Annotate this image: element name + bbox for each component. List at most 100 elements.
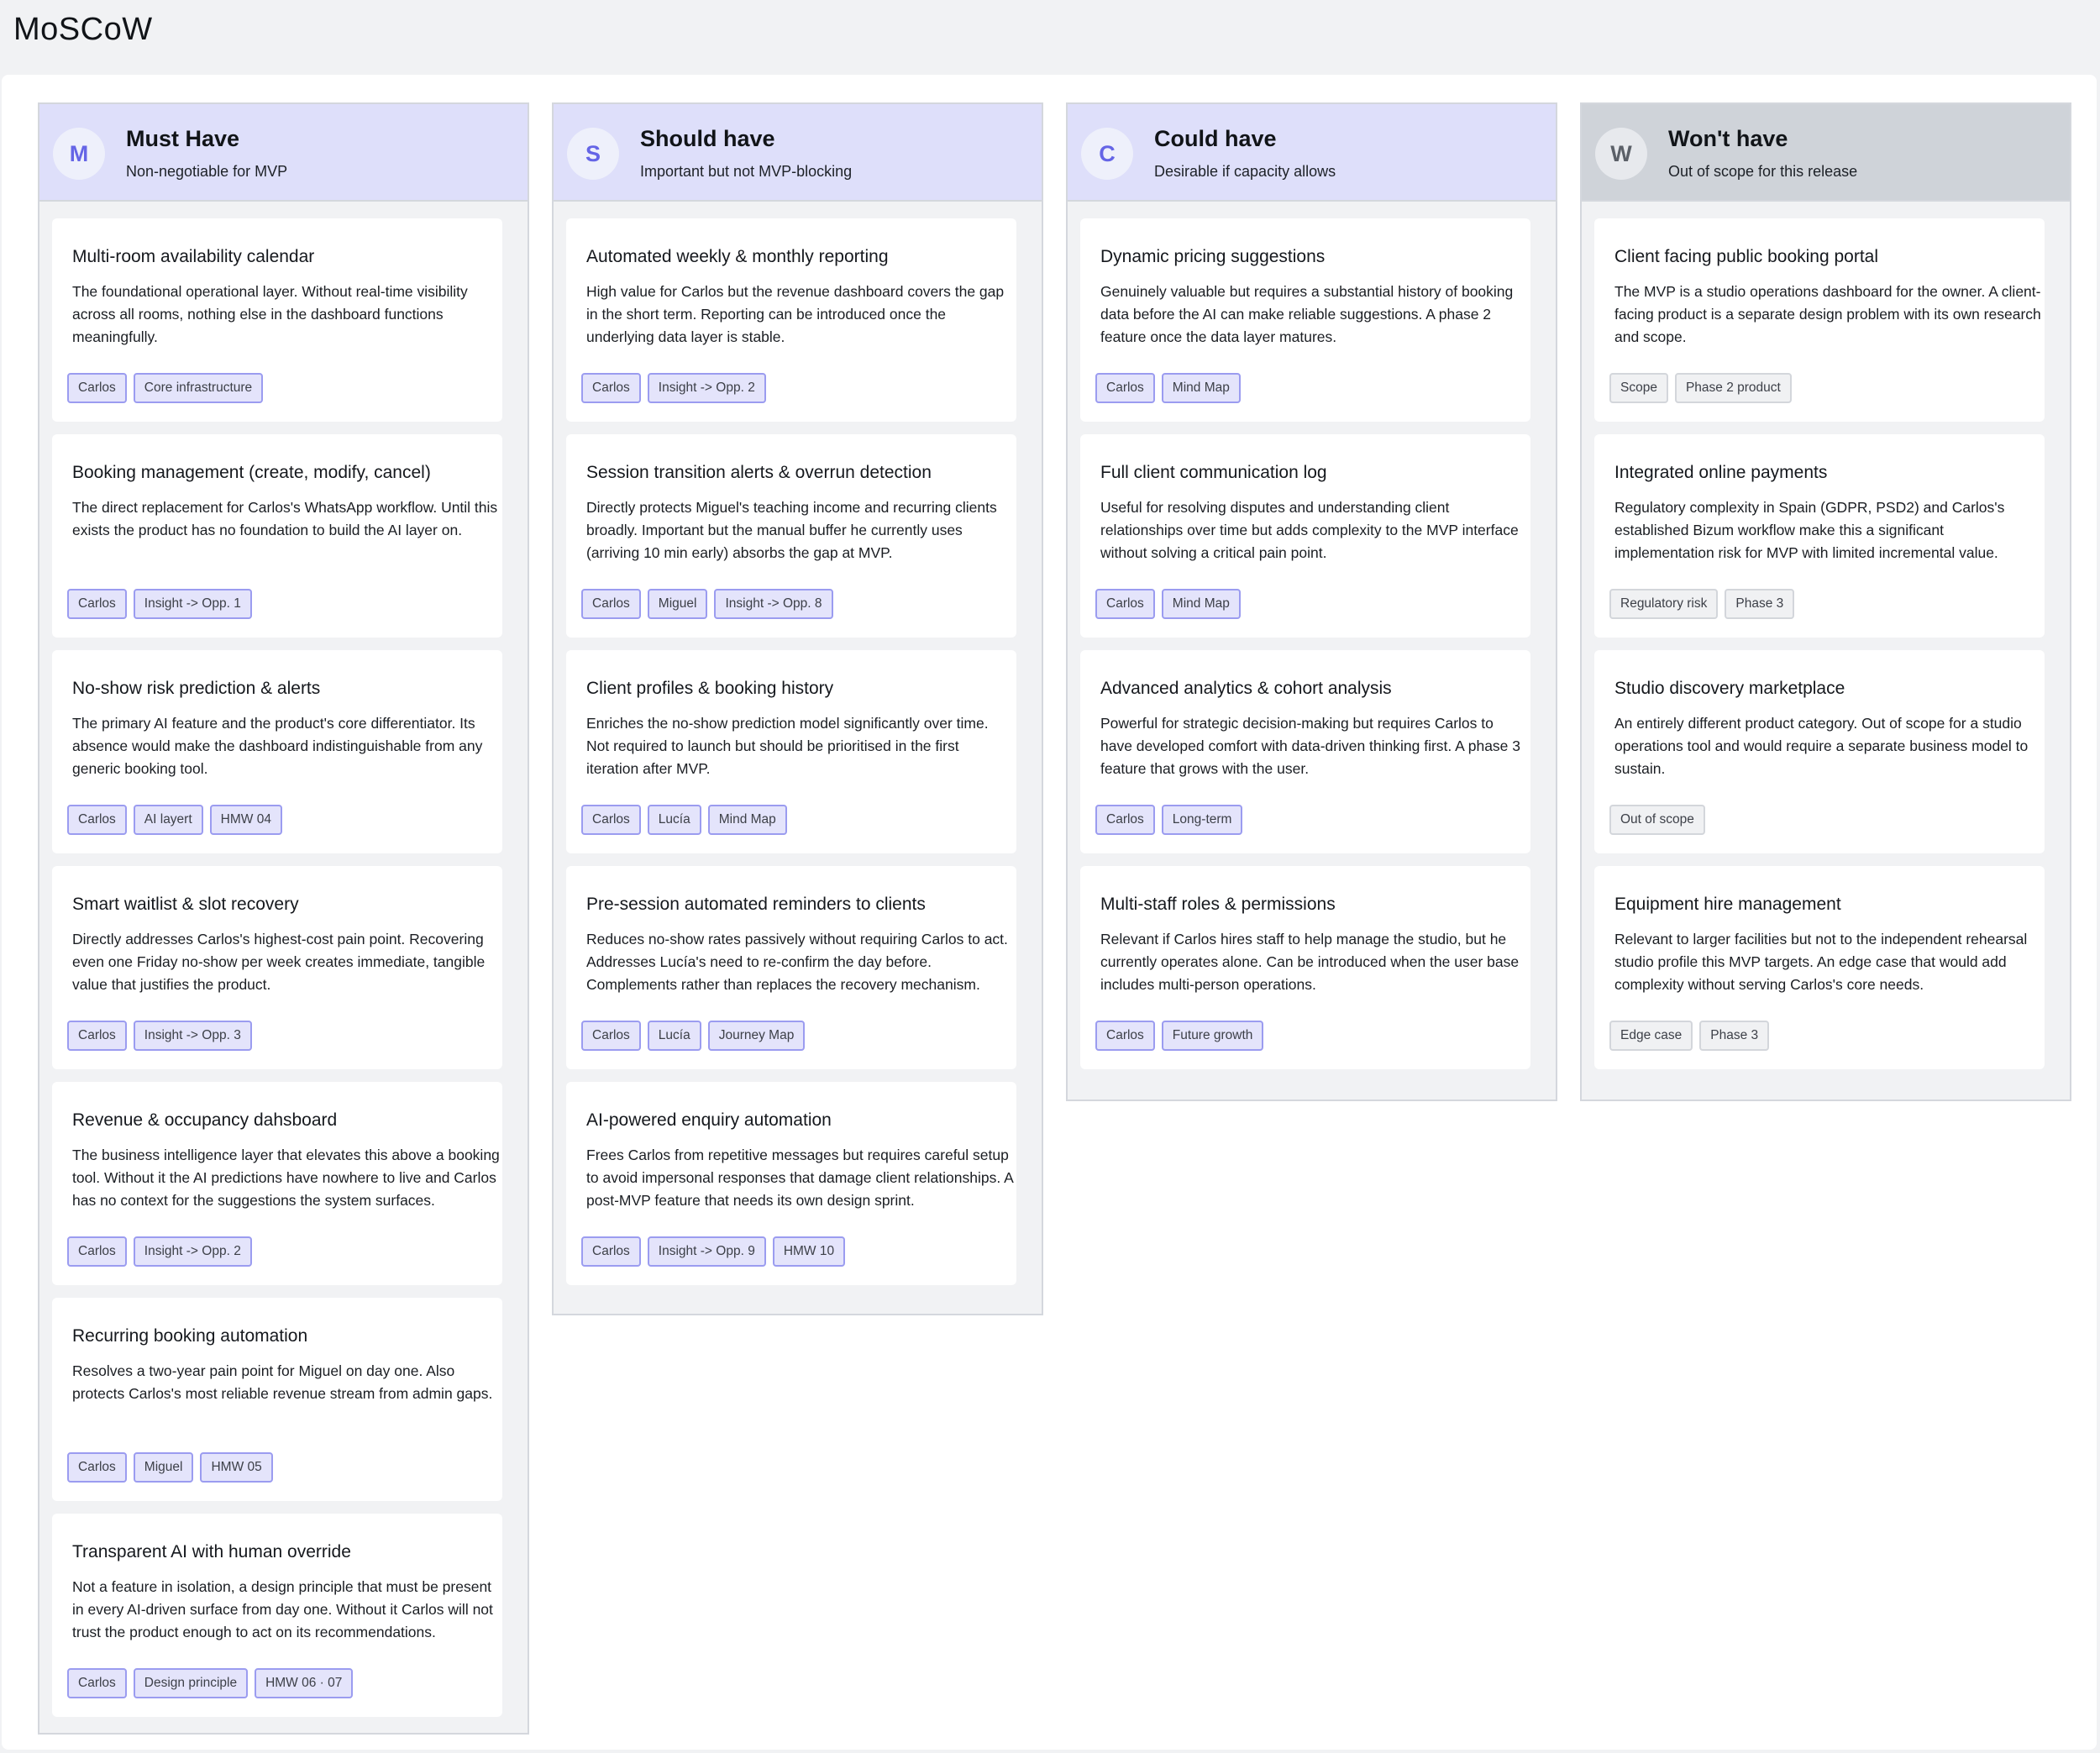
tag[interactable]: Miguel — [647, 589, 708, 619]
tag-list: Carlos Miguel HMW 05 — [67, 1452, 273, 1483]
tag[interactable]: Carlos — [1095, 373, 1155, 403]
feature-card[interactable]: Multi-staff roles & permissions Relevant… — [1080, 866, 1530, 1069]
card-title: Session transition alerts & overrun dete… — [586, 463, 932, 482]
tag[interactable]: Carlos — [67, 1668, 127, 1698]
tag[interactable]: Scope — [1609, 373, 1668, 403]
tag[interactable]: Lucía — [647, 1021, 701, 1051]
feature-card[interactable]: Recurring booking automation Resolves a … — [52, 1298, 502, 1501]
tag-list: Carlos AI layert HMW 04 — [67, 805, 282, 835]
tag[interactable]: Carlos — [67, 373, 127, 403]
tag[interactable]: HMW 05 — [200, 1452, 273, 1483]
feature-card[interactable]: Advanced analytics & cohort analysis Pow… — [1080, 650, 1530, 853]
tag[interactable]: Carlos — [67, 589, 127, 619]
card-list: Automated weekly & monthly reporting Hig… — [566, 218, 1016, 1298]
feature-card[interactable]: Transparent AI with human override Not a… — [52, 1514, 502, 1717]
tag[interactable]: Carlos — [581, 1236, 641, 1267]
tag[interactable]: Lucía — [647, 805, 701, 835]
tag[interactable]: Edge case — [1609, 1021, 1693, 1051]
tag[interactable]: Carlos — [67, 805, 127, 835]
feature-card[interactable]: Client profiles & booking history Enrich… — [566, 650, 1016, 853]
tag[interactable]: Carlos — [581, 805, 641, 835]
card-title: Client profiles & booking history — [586, 679, 834, 698]
card-title: AI-powered enquiry automation — [586, 1110, 832, 1130]
column-letter-badge: S — [567, 128, 619, 180]
feature-card[interactable]: Session transition alerts & overrun dete… — [566, 434, 1016, 638]
tag[interactable]: Carlos — [581, 589, 641, 619]
tag[interactable]: Insight -> Opp. 8 — [714, 589, 833, 619]
tag[interactable]: Carlos — [1095, 805, 1155, 835]
card-title: Full client communication log — [1100, 463, 1327, 482]
tag[interactable]: Mind Map — [1161, 589, 1241, 619]
tag[interactable]: HMW 10 — [772, 1236, 846, 1267]
card-title: Transparent AI with human override — [72, 1542, 351, 1561]
feature-card[interactable]: Full client communication log Useful for… — [1080, 434, 1530, 638]
tag[interactable]: HMW 04 — [209, 805, 282, 835]
column-title: Must Have — [126, 126, 240, 151]
tag[interactable]: Carlos — [581, 1021, 641, 1051]
card-description: Regulatory complexity in Spain (GDPR, PS… — [1614, 499, 2005, 561]
card-title: Advanced analytics & cohort analysis — [1100, 679, 1392, 698]
tag[interactable]: Miguel — [133, 1452, 194, 1483]
tag[interactable]: Carlos — [1095, 1021, 1155, 1051]
card-description: Reduces no-show rates passively without … — [586, 931, 1008, 993]
card-description: Directly addresses Carlos's highest-cost… — [72, 931, 486, 993]
feature-card[interactable]: AI-powered enquiry automation Frees Carl… — [566, 1082, 1016, 1285]
card-title: Booking management (create, modify, canc… — [72, 463, 431, 482]
tag-list: Scope Phase 2 product — [1609, 373, 1792, 403]
feature-card[interactable]: Studio discovery marketplace An entirely… — [1594, 650, 2045, 853]
feature-card[interactable]: Booking management (create, modify, canc… — [52, 434, 502, 638]
card-description: Not a feature in isolation, a design pri… — [72, 1578, 493, 1640]
tag[interactable]: Phase 2 product — [1674, 373, 1792, 403]
feature-card[interactable]: Client facing public booking portal The … — [1594, 218, 2045, 422]
tag[interactable]: Mind Map — [707, 805, 787, 835]
feature-card[interactable]: Automated weekly & monthly reporting Hig… — [566, 218, 1016, 422]
tag[interactable]: Insight -> Opp. 3 — [133, 1021, 252, 1051]
tag[interactable]: Carlos — [67, 1021, 127, 1051]
feature-card[interactable]: No-show risk prediction & alerts The pri… — [52, 650, 502, 853]
column-header: S Should have Important but not MVP-bloc… — [554, 104, 1042, 202]
tag[interactable]: Phase 3 — [1699, 1021, 1770, 1051]
card-title: Integrated online payments — [1614, 463, 1828, 482]
tag[interactable]: Carlos — [1095, 589, 1155, 619]
feature-card[interactable]: Revenue & occupancy dahsboard The busine… — [52, 1082, 502, 1285]
tag[interactable]: Journey Map — [707, 1021, 806, 1051]
tag[interactable]: Long-term — [1161, 805, 1243, 835]
column-letter-badge: C — [1081, 128, 1133, 180]
tag[interactable]: AI layert — [133, 805, 203, 835]
column-letter-badge: M — [53, 128, 105, 180]
tag[interactable]: Regulatory risk — [1609, 589, 1719, 619]
tag[interactable]: HMW 06 · 07 — [255, 1668, 354, 1698]
card-description: Powerful for strategic decision-making b… — [1100, 715, 1521, 777]
feature-card[interactable]: Smart waitlist & slot recovery Directly … — [52, 866, 502, 1069]
tag[interactable]: Design principle — [133, 1668, 249, 1698]
tag-list: Carlos Lucía Mind Map — [581, 805, 787, 835]
card-description: Frees Carlos from repetitive messages bu… — [586, 1147, 1013, 1209]
tag-list: Carlos Lucía Journey Map — [581, 1021, 806, 1051]
tag[interactable]: Insight -> Opp. 1 — [133, 589, 252, 619]
column-subtitle: Important but not MVP-blocking — [640, 163, 853, 180]
feature-card[interactable]: Integrated online payments Regulatory co… — [1594, 434, 2045, 638]
tag[interactable]: Carlos — [67, 1236, 127, 1267]
card-title: No-show risk prediction & alerts — [72, 679, 321, 698]
tag[interactable]: Phase 3 — [1725, 589, 1795, 619]
tag[interactable]: Mind Map — [1161, 373, 1241, 403]
column-title: Won't have — [1668, 126, 1788, 151]
tag[interactable]: Future growth — [1161, 1021, 1264, 1051]
feature-card[interactable]: Multi-room availability calendar The fou… — [52, 218, 502, 422]
feature-card[interactable]: Pre-session automated reminders to clien… — [566, 866, 1016, 1069]
tag[interactable]: Insight -> Opp. 9 — [647, 1236, 766, 1267]
tag[interactable]: Carlos — [67, 1452, 127, 1483]
feature-card[interactable]: Dynamic pricing suggestions Genuinely va… — [1080, 218, 1530, 422]
column-wont-have: W Won't have Out of scope for this relea… — [1580, 102, 2071, 1101]
tag[interactable]: Insight -> Opp. 2 — [647, 373, 766, 403]
tag[interactable]: Carlos — [581, 373, 641, 403]
card-description: Relevant if Carlos hires staff to help m… — [1100, 931, 1520, 993]
tag[interactable]: Out of scope — [1609, 805, 1705, 835]
column-could-have: C Could have Desirable if capacity allow… — [1066, 102, 1557, 1101]
column-title: Could have — [1154, 126, 1277, 151]
tag-list: Carlos Miguel Insight -> Opp. 8 — [581, 589, 833, 619]
card-description: Directly protects Miguel's teaching inco… — [586, 499, 997, 561]
tag[interactable]: Core infrastructure — [133, 373, 264, 403]
feature-card[interactable]: Equipment hire management Relevant to la… — [1594, 866, 2045, 1069]
tag[interactable]: Insight -> Opp. 2 — [133, 1236, 252, 1267]
